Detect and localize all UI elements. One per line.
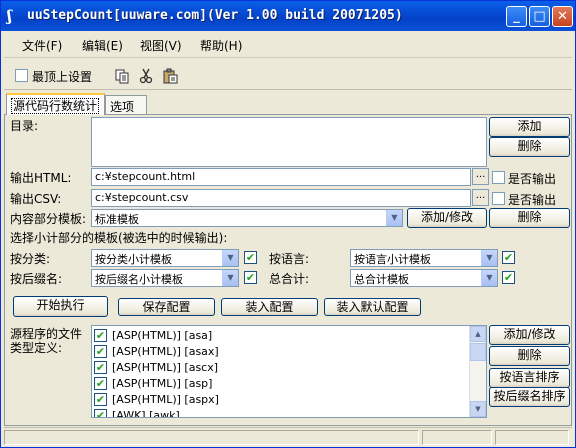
csv-output-label: 是否输出 [508,193,557,207]
sort-by-language-button[interactable]: 按语言排序 [489,368,570,388]
content-template-value: 标准模板 [95,213,139,226]
topmost-checkbox[interactable] [15,69,28,82]
tab-source-count[interactable]: 源代码行数统计 [6,93,105,115]
filetype-add-modify-button[interactable]: 添加/修改 [489,325,570,345]
copy-icon[interactable] [114,68,130,84]
total-value: 总合计模板 [354,273,409,286]
filetype-text: [ASP(HTML)] [asp] [112,377,213,390]
filetype-text: [ASP(HTML)] [asa] [112,329,213,342]
start-button[interactable]: 开始执行 [13,296,108,317]
status-pane-main [4,430,419,445]
filetype-delete-button[interactable]: 删除 [489,346,570,366]
by-category-checkbox[interactable]: ✔ [244,251,257,264]
load-config-button[interactable]: 装入配置 [221,298,318,316]
filetype-text: [ASP(HTML)] [asax] [112,345,219,358]
by-ext-label: 按后缀名: [10,272,63,286]
load-default-config-button[interactable]: 装入默认配置 [324,298,421,316]
filetype-text: [ASP(HTML)] [aspx] [112,393,219,406]
by-ext-value: 按后缀名小计模板 [95,273,183,286]
status-pane-2 [422,430,492,445]
tab-options[interactable]: 选项 [105,95,147,115]
total-checkbox[interactable]: ✔ [502,271,515,284]
menu-view[interactable]: 视图(V) [140,37,182,54]
chevron-down-icon: ▼ [222,250,238,266]
content-template-select[interactable]: 标准模板 ▼ [91,209,403,227]
dir-delete-button[interactable]: 删除 [489,137,570,157]
chevron-down-icon: ▼ [222,270,238,286]
filetype-checkbox[interactable]: ✔ [94,377,107,390]
status-pane-3 [495,430,569,445]
filetype-checkbox[interactable]: ✔ [94,393,107,406]
html-label: 输出HTML: [10,171,72,185]
content-template-label: 内容部分模板: [10,212,87,226]
by-category-label: 按分类: [10,252,51,266]
scroll-down-icon[interactable]: ▼ [470,401,486,417]
filetype-label-2: 类型定义: [10,341,63,355]
by-category-value: 按分类小计模板 [95,253,172,266]
filetype-scrollbar[interactable]: ▲ ▼ [469,326,486,417]
total-label: 总合计: [269,272,310,286]
app-window: ʃ uuStepCount[uuware.com](Ver 1.00 build… [0,0,576,448]
sort-by-ext-button[interactable]: 按后缀名排序 [489,387,570,407]
filetype-text: [AWK] [awk] [112,409,180,418]
save-config-button[interactable]: 保存配置 [118,298,215,316]
menu-help[interactable]: 帮助(H) [200,37,242,54]
cut-icon[interactable] [138,68,154,84]
filetype-checkbox[interactable]: ✔ [94,329,107,342]
filetype-checkbox[interactable]: ✔ [94,409,107,417]
title-bar[interactable]: ʃ uuStepCount[uuware.com](Ver 1.00 build… [1,1,575,31]
dir-add-button[interactable]: 添加 [489,117,570,137]
chevron-down-icon: ▼ [481,250,497,266]
filetype-list[interactable]: ✔ [ASP(HTML)] [asa] ✔ [ASP(HTML)] [asax] ✔… [91,325,487,418]
html-browse-button[interactable]: ... [472,168,489,185]
dir-list[interactable] [91,117,487,167]
topmost-label: 最顶上设置 [32,70,93,84]
total-select[interactable]: 总合计模板 ▼ [350,269,498,287]
maximize-button[interactable]: □ [529,6,550,27]
paste-icon[interactable] [162,68,178,84]
by-language-checkbox[interactable]: ✔ [502,251,515,264]
template-delete-button[interactable]: 删除 [489,208,570,228]
html-path-input[interactable]: c:¥stepcount.html [91,168,471,186]
toolbar: 最顶上设置 [4,60,572,90]
main-panel: 目录: 添加 删除 输出HTML: c:¥stepcount.html ... … [4,114,572,426]
filetype-checkbox[interactable]: ✔ [94,361,107,374]
csv-output-checkbox[interactable] [492,192,505,205]
tab-source-count-label: 源代码行数统计 [11,98,100,114]
app-icon: ʃ [7,7,12,25]
filetype-checkbox[interactable]: ✔ [94,345,107,358]
status-bar [4,427,572,446]
minimize-button[interactable]: _ [506,6,527,27]
dir-label: 目录: [10,119,39,133]
csv-label: 输出CSV: [10,192,62,206]
scroll-up-icon[interactable]: ▲ [470,326,486,342]
scroll-thumb[interactable] [470,343,486,361]
menu-file[interactable]: 文件(F) [22,37,62,54]
csv-browse-button[interactable]: ... [472,189,489,206]
by-category-select[interactable]: 按分类小计模板 ▼ [91,249,239,267]
by-language-value: 按语言小计模板 [354,253,431,266]
close-button[interactable]: ✕ [552,6,573,27]
csv-path-input[interactable]: c:¥stepcount.csv [91,189,471,207]
by-ext-checkbox[interactable]: ✔ [244,271,257,284]
template-add-modify-button[interactable]: 添加/修改 [407,208,487,228]
by-language-label: 按语言: [269,252,310,266]
chevron-down-icon: ▼ [386,210,402,226]
menu-edit[interactable]: 编辑(E) [82,37,123,54]
html-output-label: 是否输出 [508,172,557,186]
menu-bar: 文件(F) 编辑(E) 视图(V) 帮助(H) [4,32,572,58]
by-ext-select[interactable]: 按后缀名小计模板 ▼ [91,269,239,287]
filetype-text: [ASP(HTML)] [ascx] [112,361,219,374]
html-output-checkbox[interactable] [492,171,505,184]
subtotal-label: 选择小计部分的模板(被选中的时候输出): [10,231,228,245]
by-language-select[interactable]: 按语言小计模板 ▼ [350,249,498,267]
tab-strip: 源代码行数统计 选项 [4,93,572,115]
window-title: uuStepCount[uuware.com](Ver 1.00 build 2… [27,8,403,23]
chevron-down-icon: ▼ [481,270,497,286]
